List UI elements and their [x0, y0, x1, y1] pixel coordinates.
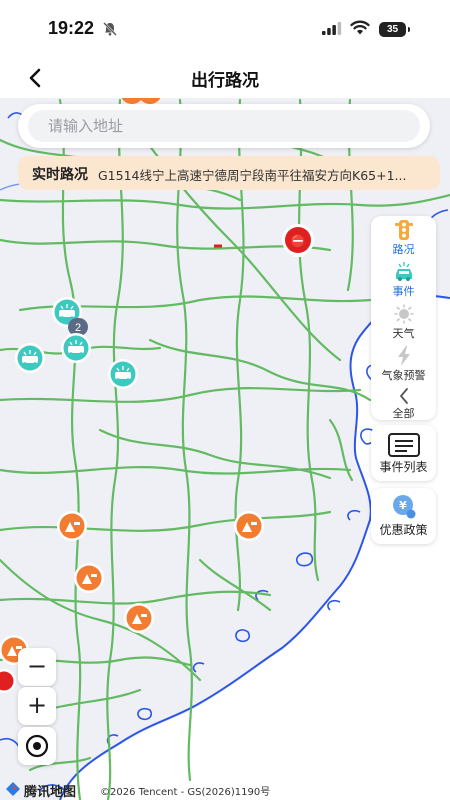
- accident-icon: [22, 356, 38, 363]
- discount-policy-button[interactable]: ¥ 优惠政策: [371, 488, 436, 544]
- construction-marker[interactable]: [229, 510, 269, 548]
- nav-bar: 出行路况: [0, 58, 450, 98]
- layer-event-label: 事件: [392, 285, 415, 298]
- copyright-text: ©2026 Tencent - GS(2026)1190号: [100, 787, 271, 798]
- svg-text:¥: ¥: [399, 499, 407, 512]
- accident-marker[interactable]: [8, 342, 52, 378]
- bell-muted-icon: [103, 22, 117, 36]
- page-title: 出行路况: [191, 71, 259, 91]
- layer-panel: 路况 事件 天气 气象预警 全部: [371, 216, 436, 420]
- accident-icon: [68, 346, 84, 353]
- layer-traffic-label: 路况: [392, 243, 415, 256]
- layer-warning[interactable]: 气象预警: [371, 342, 436, 384]
- status-time: 19:22: [48, 18, 95, 38]
- signal-icon: [322, 22, 342, 35]
- status-bar: 19:22 35: [0, 0, 450, 58]
- banner-text: G1514线宁上高速宁德周宁段南平往福安方向K65+1...: [98, 168, 407, 183]
- event-list-label: 事件列表: [379, 460, 428, 474]
- tencent-map-label: 腾讯地图: [24, 785, 77, 800]
- event-list-button[interactable]: 事件列表: [371, 425, 436, 481]
- construction-marker[interactable]: [119, 602, 159, 640]
- layer-event[interactable]: 事件: [371, 258, 436, 300]
- layer-all[interactable]: 全部: [371, 382, 436, 424]
- search-bar: [18, 104, 430, 148]
- discount-label: 优惠政策: [379, 523, 428, 537]
- locate-button[interactable]: [18, 727, 56, 765]
- road-closure-icon: ⛔: [291, 234, 306, 248]
- construction-marker[interactable]: [69, 562, 109, 600]
- search-input[interactable]: [28, 110, 420, 142]
- layer-traffic[interactable]: 路况: [371, 216, 436, 258]
- list-icon: [388, 433, 420, 457]
- layer-weather-label: 天气: [392, 327, 415, 340]
- layer-weather[interactable]: 天气: [371, 300, 436, 342]
- zoom-out-button[interactable]: −: [18, 648, 56, 686]
- accident-icon: [115, 372, 131, 379]
- map-attribution: 腾讯地图 ©2026 Tencent - GS(2026)1190号: [0, 778, 450, 800]
- car-accident-icon: [396, 262, 412, 281]
- banner-label: 实时路况: [32, 167, 88, 183]
- layer-all-label: 全部: [392, 407, 415, 420]
- layer-warning-label: 气象预警: [381, 369, 426, 382]
- wifi-icon: [350, 20, 370, 35]
- screen: 19:22 35 出行路况 ⛔ 2 请输入地址 实时路况 G1514线宁上高速宁…: [0, 0, 450, 800]
- traffic-light-icon: [395, 220, 413, 240]
- chevron-left-icon: [400, 388, 408, 404]
- discount-icon: ¥: [393, 495, 416, 519]
- battery-indicator: 35: [379, 22, 410, 37]
- zoom-in-button[interactable]: +: [18, 687, 56, 725]
- accident-marker[interactable]: [54, 332, 98, 368]
- construction-marker[interactable]: [52, 510, 92, 548]
- locate-icon: [25, 734, 49, 758]
- lightning-icon: [398, 346, 410, 366]
- sun-icon: [394, 304, 414, 324]
- tencent-map-logo: [6, 782, 20, 796]
- accident-marker[interactable]: [101, 358, 145, 394]
- realtime-traffic-banner[interactable]: 实时路况 G1514线宁上高速宁德周宁段南平往福安方向K65+1...: [18, 156, 440, 190]
- road-closure-marker[interactable]: ⛔: [278, 223, 318, 261]
